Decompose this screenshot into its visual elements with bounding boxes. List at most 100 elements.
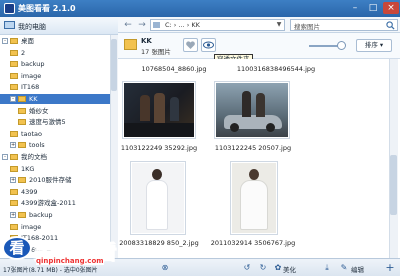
folder-icon	[10, 154, 18, 160]
tree-item[interactable]: backup	[0, 59, 110, 69]
tree-item[interactable]: + backup	[0, 210, 110, 220]
tree-item-label: tools	[29, 141, 45, 150]
toolbar: ← → C: › ... › KK ▼ 搜索图片	[118, 17, 400, 33]
address-bar[interactable]: C: › ... › KK ▼	[150, 19, 285, 31]
tree-item[interactable]: taotao	[0, 129, 110, 139]
folder-icon	[18, 142, 26, 149]
tree-item-label: backup	[29, 211, 53, 219]
collapse-icon[interactable]: -	[10, 96, 16, 102]
tree-item[interactable]: - 桌面	[0, 36, 110, 46]
content-scroll-thumb[interactable]	[390, 155, 397, 215]
drive-icon	[153, 22, 160, 28]
beautify-label[interactable]: 美化	[283, 264, 296, 274]
maximize-button[interactable]: □	[365, 2, 381, 14]
tree-item[interactable]: 速度与激情5	[0, 117, 110, 127]
folder-icon	[18, 107, 26, 114]
tree-item-label: 速度与激情5	[29, 118, 66, 127]
folder-icon	[10, 188, 18, 195]
thumbnail-caption: 10768504_8860.jpg	[141, 65, 207, 73]
thumbnail-caption: 1100316838496544.jpg	[236, 65, 316, 73]
edit-icon[interactable]: ✎	[337, 262, 351, 274]
thumbnail-caption: 1103122249 35292.jpg	[120, 144, 198, 152]
photo-image	[124, 83, 194, 137]
tree-item[interactable]: - 我的文档	[0, 152, 110, 162]
folder-icon	[10, 72, 18, 79]
folder-header: KK 17 张图片 穿透文件夹 排序 ▾	[118, 33, 400, 65]
folder-icon	[18, 177, 26, 184]
tree-item[interactable]: - KK	[0, 94, 110, 104]
tree-item-label: KK	[29, 95, 38, 103]
my-computer-label: 我的电脑	[18, 23, 46, 31]
folder-icon	[124, 39, 137, 50]
folder-name: KK	[141, 37, 152, 45]
folder-icon	[10, 165, 18, 172]
tree-item[interactable]: 1KG	[0, 164, 110, 174]
tree-item[interactable]: image	[0, 222, 110, 232]
tree-item[interactable]: + tools	[0, 140, 110, 150]
tree-item[interactable]: 婚纱女	[0, 106, 110, 116]
tree-item[interactable]: +2010服件存储	[0, 175, 110, 185]
expand-icon[interactable]: +	[10, 212, 16, 218]
sidebar-scroll-thumb[interactable]	[111, 39, 117, 91]
favorite-button[interactable]	[183, 38, 198, 52]
photo-image	[216, 83, 288, 137]
heart-icon	[186, 41, 195, 49]
expand-icon[interactable]: +	[10, 142, 16, 149]
photo-image	[132, 163, 184, 233]
forward-button[interactable]: →	[136, 19, 148, 31]
folder-icon	[10, 130, 18, 137]
rotate-right-icon[interactable]: ↻	[256, 262, 270, 274]
folder-icon	[10, 38, 18, 44]
tree-item[interactable]: IT168	[0, 82, 110, 92]
penetrate-folder-button[interactable]	[201, 38, 216, 52]
minimize-button[interactable]: –	[347, 2, 363, 14]
thumbnail-caption: 2011032914 3506767.jpg	[210, 239, 296, 247]
tree-item[interactable]: 4399	[0, 187, 110, 197]
window-title: 美图看看 2.1.0	[18, 4, 76, 13]
watermark-logo: 看	[2, 236, 32, 260]
tree-item-label: IT168	[21, 83, 40, 92]
photo-image	[232, 163, 276, 233]
edit-label[interactable]: 编辑	[351, 264, 364, 274]
status-text: 17张图片(8.71 MB) - 选中0张图片	[3, 267, 98, 274]
folder-icon	[10, 49, 18, 56]
tree-item[interactable]: image	[0, 71, 110, 81]
search-icon[interactable]	[386, 21, 395, 30]
folder-icon	[18, 119, 26, 126]
thumbnail-item[interactable]	[230, 161, 278, 235]
watermark-url: qinpinchang.com	[36, 257, 104, 265]
address-dropdown-icon[interactable]: ▼	[274, 20, 284, 30]
expand-icon[interactable]: +	[10, 177, 16, 184]
delete-icon[interactable]: ⊗	[158, 262, 172, 274]
tree-item-label: 婚纱女	[29, 106, 49, 115]
tree-item-label: 2010服件存储	[29, 176, 72, 185]
rotate-left-icon[interactable]: ↺	[240, 262, 254, 274]
folder-icon	[10, 84, 18, 91]
thumbnail-caption: 20083318829 850_2.jpg	[119, 239, 199, 247]
tree-item-label: 4399	[21, 187, 38, 196]
add-icon[interactable]: +	[383, 262, 397, 274]
folder-icon	[10, 61, 18, 68]
close-button[interactable]: ×	[383, 2, 399, 14]
back-button[interactable]: ←	[122, 19, 134, 31]
collapse-icon[interactable]: -	[2, 38, 8, 44]
fit-window-icon[interactable]: ⤓	[320, 262, 334, 274]
thumbnail-item[interactable]	[130, 161, 186, 235]
collapse-icon[interactable]: -	[2, 154, 8, 160]
title-bar: 美图看看 2.1.0 – □ ×	[0, 0, 400, 17]
folder-tree-panel: 我的电脑 - 桌面 2 backup image IT168- KK 婚纱女 速度与激情5 tao…	[0, 17, 118, 258]
search-input[interactable]: 搜索图片	[290, 19, 398, 31]
zoom-slider-handle[interactable]	[336, 41, 346, 50]
sidebar-header[interactable]: 我的电脑	[0, 17, 118, 35]
tree-item-label: image	[21, 222, 42, 231]
thumbnail-item[interactable]	[122, 81, 196, 139]
sort-button[interactable]: 排序 ▾	[356, 39, 392, 52]
tree-item[interactable]: 4399游戏盒-2011	[0, 198, 110, 208]
tree-item[interactable]: 2	[0, 48, 110, 58]
thumbnail-item[interactable]	[214, 81, 290, 139]
app-logo-icon	[4, 3, 15, 14]
folder-icon	[18, 212, 26, 218]
computer-icon	[4, 21, 15, 29]
folder-icon	[10, 200, 18, 207]
thumbnail-caption: 1103122245 20507.jpg	[214, 144, 292, 152]
